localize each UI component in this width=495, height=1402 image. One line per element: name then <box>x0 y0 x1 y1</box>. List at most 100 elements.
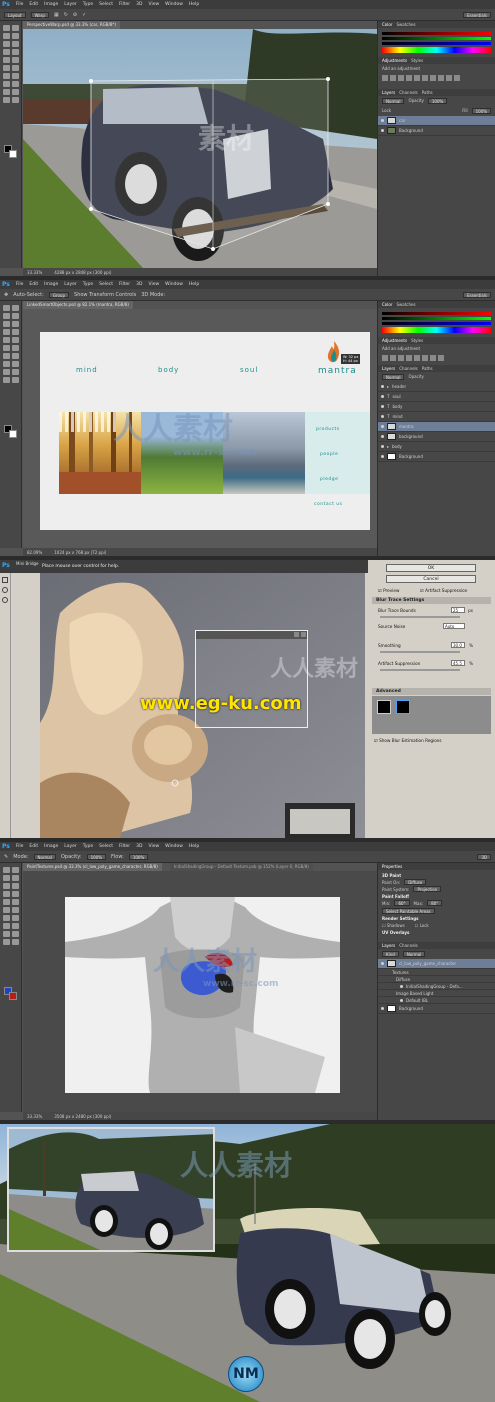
lasso-tool-icon[interactable] <box>2 312 10 319</box>
vibrance-icon[interactable] <box>414 355 420 361</box>
balance-icon[interactable] <box>430 75 436 81</box>
menu-file[interactable]: File <box>16 2 24 7</box>
blur-icon[interactable] <box>2 72 10 79</box>
stamp-icon[interactable] <box>2 336 10 343</box>
bw-icon[interactable] <box>438 355 444 361</box>
opacity-input[interactable]: 100% <box>427 98 448 104</box>
menu-view[interactable]: View <box>148 844 159 849</box>
brush-icon[interactable]: ✎ <box>4 854 8 860</box>
hue-icon[interactable] <box>422 75 428 81</box>
menu-type[interactable]: Type <box>83 282 93 287</box>
curves-icon[interactable] <box>398 355 404 361</box>
type-icon[interactable] <box>11 922 19 929</box>
tab-properties[interactable]: Properties <box>382 864 402 869</box>
shape-icon[interactable] <box>11 930 19 937</box>
curves-icon[interactable] <box>398 75 404 81</box>
mixer-icon[interactable] <box>454 75 460 81</box>
loupe-zoom-icon[interactable] <box>294 632 299 637</box>
artifact-checkbox[interactable]: ☑ Artifact Suppression <box>420 588 467 593</box>
layer-row[interactable]: Tbody <box>378 402 495 412</box>
green-slider[interactable] <box>382 317 491 320</box>
menu-layer[interactable]: Layer <box>64 282 77 287</box>
menu-window[interactable]: Window <box>165 282 183 287</box>
menu-layer[interactable]: Layer <box>64 2 77 7</box>
balance-icon[interactable] <box>430 355 436 361</box>
healing-icon[interactable] <box>2 48 10 55</box>
crop-tool-icon[interactable] <box>2 320 10 327</box>
tab-layers[interactable]: Layers <box>382 943 395 948</box>
tab-swatches[interactable]: Swatches <box>396 302 415 307</box>
layer-row[interactable]: Diffuse <box>378 976 495 983</box>
eye-icon[interactable] <box>381 425 384 428</box>
eye-icon[interactable] <box>400 998 403 1002</box>
menu-image[interactable]: Image <box>44 844 58 849</box>
move-tool-icon[interactable] <box>2 24 10 31</box>
gradient-icon[interactable] <box>11 64 19 71</box>
tab-channels[interactable]: Channels <box>399 90 418 95</box>
link-people[interactable]: people <box>320 452 338 457</box>
hand-icon[interactable] <box>2 376 10 383</box>
eye-icon[interactable] <box>381 129 384 132</box>
layer-row[interactable]: mantra <box>378 422 495 432</box>
menu-window[interactable]: Window <box>165 2 183 7</box>
history-brush-icon[interactable] <box>11 336 19 343</box>
healing-icon[interactable] <box>2 890 10 897</box>
layer-row[interactable]: car <box>378 116 495 126</box>
eye-icon[interactable] <box>381 445 384 448</box>
eraser-icon[interactable] <box>2 344 10 351</box>
blend-mode-select[interactable]: Normal <box>382 374 405 380</box>
eye-icon[interactable] <box>381 962 384 965</box>
menu-type[interactable]: Type <box>83 2 93 7</box>
tab-color[interactable]: Color <box>382 302 392 307</box>
menu-3d[interactable]: 3D <box>136 844 142 849</box>
type-icon[interactable] <box>11 80 19 87</box>
stamp-icon[interactable] <box>2 898 10 905</box>
artifact-suppression-input[interactable]: 45.5 <box>451 660 465 666</box>
source-noise-select[interactable]: Auto <box>443 623 465 629</box>
menu-help[interactable]: Help <box>189 2 199 7</box>
dodge-icon[interactable] <box>11 914 19 921</box>
menu-help[interactable]: Help <box>189 282 199 287</box>
color-spectrum[interactable] <box>382 47 491 53</box>
menu-filter[interactable]: Filter <box>119 282 130 287</box>
hand-icon[interactable] <box>2 938 10 945</box>
menu-3d[interactable]: 3D <box>136 282 142 287</box>
tab-layers[interactable]: Layers <box>382 366 395 371</box>
show-regions-checkbox[interactable]: ☑ Show Blur Estimation Regions <box>374 738 442 743</box>
link-pledge[interactable]: pledge <box>320 477 338 482</box>
dodge-icon[interactable] <box>11 72 19 79</box>
layer-row[interactable]: Background <box>378 452 495 462</box>
max-input[interactable]: 80° <box>427 900 443 906</box>
canvas[interactable]: mind body soul mantra W: 32 px H: 44 px … <box>23 309 377 548</box>
marquee-tool-icon[interactable] <box>11 304 19 311</box>
blur-trace-bounds-input[interactable]: 25 <box>451 607 465 613</box>
red-slider[interactable] <box>382 312 491 315</box>
tab-styles[interactable]: Styles <box>411 338 423 343</box>
zoom-icon[interactable] <box>11 96 19 103</box>
layer-row[interactable]: background <box>378 432 495 442</box>
menu-image[interactable]: Image <box>44 282 58 287</box>
green-slider[interactable] <box>382 37 491 40</box>
tab-layers[interactable]: Layers <box>382 90 395 95</box>
eye-icon[interactable] <box>381 395 384 398</box>
link-contact[interactable]: contact us <box>314 502 342 507</box>
color-spectrum[interactable] <box>382 327 491 333</box>
type-icon[interactable] <box>11 360 19 367</box>
move-icon[interactable]: ✥ <box>4 292 8 298</box>
blur-trace-thumb[interactable] <box>396 700 410 714</box>
tab-adjustments[interactable]: Adjustments <box>382 58 407 63</box>
uv-overlays-heading[interactable]: UV Overlays <box>382 929 491 936</box>
red-slider[interactable] <box>382 32 491 35</box>
path-select-icon[interactable] <box>2 88 10 95</box>
menu-view[interactable]: View <box>148 282 159 287</box>
shape-icon[interactable] <box>11 368 19 375</box>
rotate-icon[interactable]: ↻ <box>64 12 68 18</box>
blur-trace-bounds-slider[interactable] <box>380 616 460 618</box>
commit-icon[interactable]: ✓ <box>82 12 86 18</box>
cancel-icon[interactable]: ⊘ <box>73 12 77 18</box>
workspace-select[interactable]: Essentials <box>462 11 491 18</box>
menu-filter[interactable]: Filter <box>119 844 130 849</box>
exposure-icon[interactable] <box>406 355 412 361</box>
lasso-tool-icon[interactable] <box>2 874 10 881</box>
move-tool-icon[interactable] <box>2 304 10 311</box>
